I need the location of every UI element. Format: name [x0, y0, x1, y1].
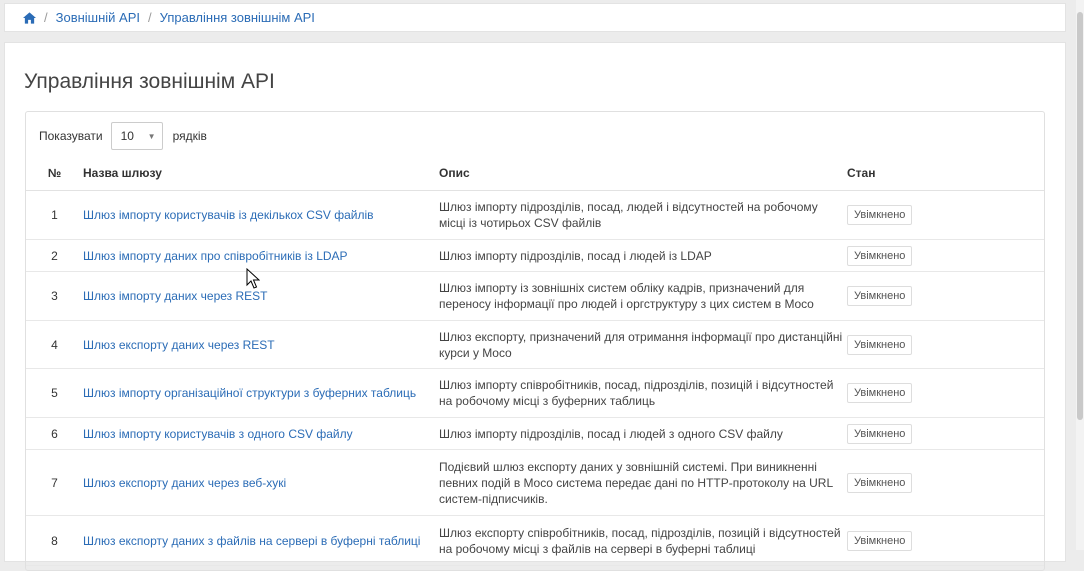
gateway-link[interactable]: Шлюз імпорту користувачів з одного CSV ф… [83, 427, 353, 441]
length-suffix-label: рядків [172, 129, 207, 143]
row-number: 1 [26, 190, 83, 240]
row-number: 7 [26, 449, 83, 516]
gateway-description: Шлюз експорту співробітників, посад, під… [439, 515, 847, 566]
scrollbar-thumb[interactable] [1077, 12, 1083, 420]
gateway-link[interactable]: Шлюз імпорту даних про співробітників із… [83, 249, 348, 263]
page-title: Управління зовнішнім API [24, 70, 275, 93]
column-header-status[interactable]: Стан [847, 156, 1044, 191]
gateway-link[interactable]: Шлюз експорту даних з файлів на сервері … [83, 534, 420, 548]
gateway-description: Шлюз експорту, призначений для отримання… [439, 320, 847, 369]
row-number: 3 [26, 271, 83, 321]
status-badge: Увімкнено [847, 423, 913, 444]
status-badge: Увімкнено [847, 286, 913, 306]
table-row: 8 Шлюз експорту даних з файлів на сервер… [26, 515, 1044, 566]
gateway-link[interactable]: Шлюз імпорту даних через REST [83, 289, 268, 303]
gateway-description: Шлюз імпорту із зовнішніх систем обліку … [439, 271, 847, 321]
status-badge: Увімкнено [847, 205, 913, 225]
column-header-description[interactable]: Опис [439, 156, 847, 191]
mouse-pointer-icon [246, 268, 260, 289]
row-number: 5 [26, 368, 83, 418]
gateway-description: Шлюз імпорту підрозділів, посад, людей і… [439, 190, 847, 240]
gateway-link[interactable]: Шлюз експорту даних через REST [83, 338, 275, 352]
chevron-down-icon: ▼ [147, 131, 156, 141]
status-badge: Увімкнено [847, 245, 913, 266]
breadcrumb: / Зовнішній API / Управління зовнішнім A… [4, 3, 1066, 32]
row-number: 8 [26, 515, 83, 566]
table-row: 2 Шлюз імпорту даних про співробітників … [26, 239, 1044, 272]
row-number: 6 [26, 417, 83, 450]
home-icon[interactable] [23, 11, 36, 24]
gateway-link[interactable]: Шлюз імпорту користувачів із декількох C… [83, 208, 374, 222]
table-header-row: № Назва шлюзу Опис Стан [26, 156, 1044, 191]
table-row: 5 Шлюз імпорту організаційної структури … [26, 368, 1044, 418]
gateway-description: Шлюз імпорту підрозділів, посад і людей … [439, 239, 847, 272]
breadcrumb-link-manage-api[interactable]: Управління зовнішнім API [160, 10, 315, 25]
row-number: 4 [26, 320, 83, 369]
content-card: Управління зовнішнім API Показувати 10 ▼… [4, 42, 1066, 571]
column-header-num[interactable]: № [26, 156, 83, 191]
page-scrollbar[interactable] [1076, 0, 1084, 550]
gateway-link[interactable]: Шлюз імпорту організаційної структури з … [83, 386, 416, 400]
page-length-value: 10 [120, 129, 134, 143]
gateway-link[interactable]: Шлюз експорту даних через веб-хукі [83, 476, 286, 490]
status-badge: Увімкнено [847, 334, 913, 355]
gateway-description: Шлюз імпорту співробітників, посад, підр… [439, 368, 847, 418]
column-header-name[interactable]: Назва шлюзу [83, 156, 439, 191]
table-row: 1 Шлюз імпорту користувачів із декількох… [26, 190, 1044, 240]
table-row: 4 Шлюз експорту даних через REST Шлюз ек… [26, 320, 1044, 369]
length-prefix-label: Показувати [39, 129, 103, 143]
breadcrumb-separator: / [44, 10, 48, 25]
gateway-description: Шлюз імпорту підрозділів, посад і людей … [439, 417, 847, 450]
breadcrumb-link-external-api[interactable]: Зовнішній API [56, 10, 140, 25]
table-row: 7 Шлюз експорту даних через веб-хукі Под… [26, 449, 1044, 516]
status-badge: Увімкнено [847, 472, 913, 493]
table-row: 3 Шлюз імпорту даних через REST Шлюз імп… [26, 271, 1044, 321]
status-badge: Увімкнено [847, 383, 913, 403]
page-length-select[interactable]: 10 ▼ [110, 122, 163, 150]
gateways-table: № Назва шлюзу Опис Стан 1 Шлюз імпорту к… [26, 156, 1044, 566]
gateways-panel: Показувати 10 ▼ рядків № Назва шлюзу Опи… [25, 111, 1045, 571]
status-badge: Увімкнено [847, 530, 913, 551]
breadcrumb-separator: / [148, 10, 152, 25]
page-length-control: Показувати 10 ▼ рядків [39, 121, 207, 151]
gateway-description: Подієвий шлюз експорту даних у зовнішній… [439, 449, 847, 516]
row-number: 2 [26, 239, 83, 272]
table-row: 6 Шлюз імпорту користувачів з одного CSV… [26, 417, 1044, 450]
